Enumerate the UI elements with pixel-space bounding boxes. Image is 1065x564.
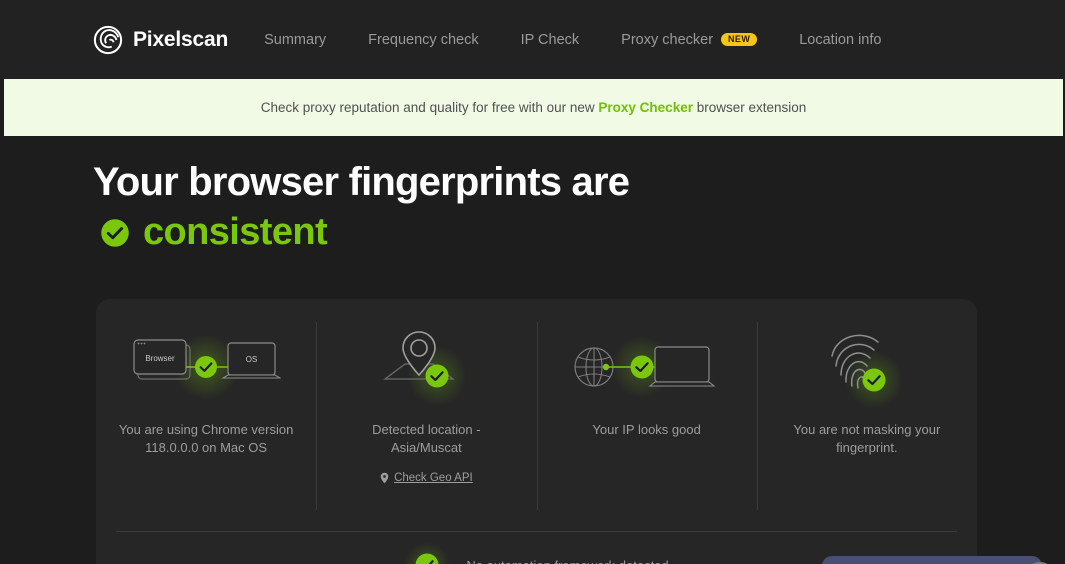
pixelscan-page: Pixelscan Summary Frequency check IP Che…	[0, 0, 1065, 564]
browser-os-link-icon: Browser OS	[131, 313, 282, 421]
promo-text-after: browser extension	[692, 100, 807, 115]
proxy-checker-link[interactable]: Proxy Checker	[598, 100, 693, 115]
nav-item-ip-check[interactable]: IP Check	[521, 26, 580, 54]
check-geo-api-link[interactable]: Check Geo API	[380, 472, 473, 484]
location-pin-icon	[380, 472, 389, 484]
check-column-ip: Your IP looks good	[536, 299, 757, 521]
check-text-browser: You are using Chrome version 118.0.0.0 o…	[118, 422, 294, 456]
map-pin-icon	[371, 313, 481, 421]
svg-text:OS: OS	[246, 355, 258, 364]
check-column-fingerprint: You are not masking your fingerprint.	[756, 299, 977, 521]
check-circle-icon	[404, 542, 451, 564]
nav-item-location-info[interactable]: Location info	[799, 26, 881, 54]
nav-item-label: Proxy checker	[621, 31, 714, 48]
card-divider	[116, 531, 957, 532]
nav-item-proxy-checker[interactable]: Proxy checker NEW	[621, 26, 758, 54]
nav-item-summary[interactable]: Summary	[264, 26, 326, 54]
fingerprint-icon	[812, 313, 922, 421]
checks-columns: Browser OS You are using Chrome version …	[96, 299, 977, 521]
status-text: consistent	[143, 211, 328, 253]
checks-card: Browser OS You are using Chrome version …	[96, 299, 977, 564]
fingerprint-status: consistent	[100, 211, 328, 254]
page-title: Your browser fingerprints are	[93, 160, 630, 204]
svg-text:Browser: Browser	[145, 354, 175, 363]
new-badge: NEW	[721, 32, 758, 47]
chat-widget-peek[interactable]	[822, 556, 1050, 564]
globe-laptop-icon	[572, 313, 722, 421]
pixelscan-spiral-logo-icon	[93, 25, 123, 54]
brand-name: Pixelscan	[133, 27, 229, 51]
top-navigation-bar: Pixelscan Summary Frequency check IP Che…	[0, 0, 1065, 79]
check-geo-api-label: Check Geo API	[394, 471, 473, 484]
promo-banner-text: Check proxy reputation and quality for f…	[261, 100, 807, 115]
promo-text-before: Check proxy reputation and quality for f…	[260, 100, 599, 115]
nav-item-label: IP Check	[520, 31, 580, 48]
automation-check-text: No automation framework detected	[466, 558, 668, 564]
nav-item-frequency-check[interactable]: Frequency check	[368, 26, 478, 54]
check-text-ip: Your IP looks good	[592, 422, 701, 437]
check-text-fingerprint: You are not masking your fingerprint.	[793, 422, 941, 456]
brand-logo[interactable]: Pixelscan	[93, 25, 228, 55]
nav-item-label: Frequency check	[368, 31, 479, 48]
nav-links: Summary Frequency check IP Check Proxy c…	[264, 26, 881, 54]
check-column-browser: Browser OS You are using Chrome version …	[96, 299, 316, 521]
nav-item-label: Summary	[264, 31, 327, 48]
check-column-location: Detected location - Asia/Muscat Check Ge…	[316, 299, 536, 521]
nav-item-label: Location info	[799, 31, 882, 48]
check-circle-icon	[101, 218, 129, 247]
promo-banner[interactable]: Check proxy reputation and quality for f…	[4, 79, 1063, 136]
hero-section: Your browser fingerprints are consistent…	[0, 136, 1065, 395]
check-text-location: Detected location - Asia/Muscat	[372, 422, 481, 456]
